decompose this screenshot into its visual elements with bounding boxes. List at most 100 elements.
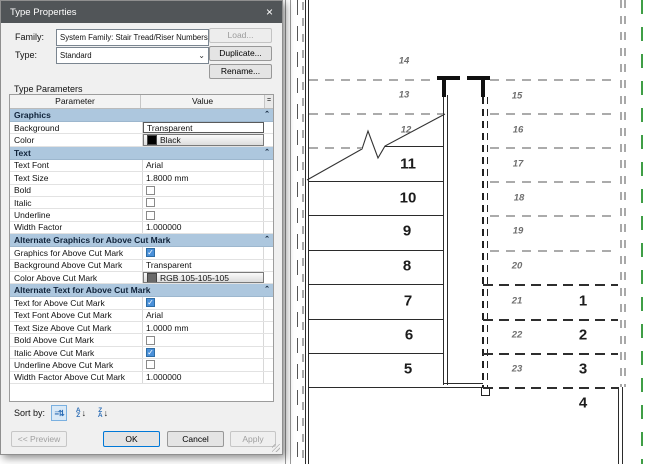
parameter-value[interactable] [143, 197, 264, 208]
parameter-row[interactable]: Graphics for Above Cut Mark✓ [10, 247, 273, 259]
riser-number-above-cut[interactable]: 16 [513, 125, 524, 136]
section-header[interactable]: Alternate Graphics for Above Cut Mark⌃ [10, 234, 273, 247]
parameter-row[interactable]: Text Size1.8000 mm [10, 172, 273, 184]
riser-number[interactable]: 8 [403, 258, 411, 275]
collapse-chevron-icon[interactable]: ⌃ [264, 150, 270, 156]
riser-number[interactable]: 3 [579, 361, 587, 378]
checkbox[interactable]: ✓ [146, 298, 155, 307]
parameter-row[interactable]: Bold [10, 185, 273, 197]
parameter-row[interactable]: Text Font Above Cut MarkArial [10, 310, 273, 322]
checkbox[interactable] [146, 211, 155, 220]
parameter-row[interactable]: Text FontArial [10, 160, 273, 172]
riser-number-above-cut[interactable]: 15 [512, 91, 523, 102]
riser-number[interactable]: 4 [579, 395, 587, 412]
parameter-row[interactable]: Text for Above Cut Mark✓ [10, 297, 273, 309]
parameter-row[interactable]: Background Above Cut MarkTransparent [10, 260, 273, 272]
collapse-chevron-icon[interactable]: ⌃ [264, 287, 270, 293]
parameter-value[interactable]: Transparent [143, 122, 264, 133]
parameter-value[interactable]: Black [143, 134, 264, 145]
parameter-row[interactable]: Underline Above Cut Mark [10, 359, 273, 371]
riser-number-above-cut[interactable]: 23 [512, 364, 523, 375]
parameter-value[interactable]: 1.000000 [143, 222, 264, 233]
riser-number-above-cut[interactable]: 18 [514, 193, 525, 204]
riser-number-above-cut[interactable]: 13 [399, 90, 410, 101]
section-label: Text [14, 148, 31, 158]
riser-number[interactable]: 5 [404, 361, 412, 378]
sort-descending-button[interactable]: ZA ↓ [95, 405, 111, 421]
parameter-column-header[interactable]: Parameter [10, 95, 141, 108]
parameter-value[interactable] [143, 185, 264, 196]
riser-number-above-cut[interactable]: 20 [512, 261, 523, 272]
parameter-value[interactable]: 1.0000 mm [143, 322, 264, 333]
parameter-row[interactable]: Italic [10, 197, 273, 209]
sort-by-label: Sort by: [14, 408, 45, 418]
parameter-value[interactable]: ✓ [143, 297, 264, 308]
riser-number-above-cut[interactable]: 22 [512, 330, 523, 341]
checkbox[interactable]: ✓ [146, 348, 155, 357]
parameter-row[interactable]: Italic Above Cut Mark✓ [10, 347, 273, 359]
parameter-value[interactable]: Transparent [143, 260, 264, 271]
value-column-header[interactable]: Value [141, 95, 265, 108]
parameter-row[interactable]: ColorBlack [10, 134, 273, 146]
parameter-row[interactable]: Bold Above Cut Mark [10, 334, 273, 346]
parameter-row[interactable]: Width Factor1.000000 [10, 222, 273, 234]
riser-number-above-cut[interactable]: 14 [399, 56, 410, 67]
parameter-row[interactable]: Width Factor Above Cut Mark1.000000 [10, 372, 273, 384]
family-select[interactable]: System Family: Stair Tread/Riser Numbers… [56, 29, 209, 46]
section-header[interactable]: Graphics⌃ [10, 109, 273, 122]
riser-number-above-cut[interactable]: 12 [401, 125, 412, 136]
load-button[interactable]: Load... [209, 28, 272, 43]
parameter-value[interactable] [143, 334, 264, 345]
collapse-chevron-icon[interactable]: ⌃ [264, 112, 270, 118]
riser-number-above-cut[interactable]: 21 [512, 296, 523, 307]
checkbox[interactable] [146, 198, 155, 207]
checkbox[interactable] [146, 360, 155, 369]
section-header[interactable]: Text ⌃ [10, 147, 273, 160]
riser-number[interactable]: 7 [404, 293, 412, 310]
sort-ascending-button[interactable]: AZ ↓ [73, 405, 89, 421]
rename-button[interactable]: Rename... [209, 64, 272, 79]
parameter-row[interactable]: Color Above Cut MarkRGB 105-105-105 [10, 272, 273, 284]
checkbox[interactable] [146, 186, 155, 195]
riser-number-above-cut[interactable]: 19 [513, 226, 524, 237]
parameter-row[interactable]: Text Size Above Cut Mark1.0000 mm [10, 322, 273, 334]
parameter-value[interactable]: ✓ [143, 347, 264, 358]
resize-grip[interactable] [272, 444, 280, 452]
riser-number-above-cut[interactable]: 17 [513, 159, 524, 170]
duplicate-button[interactable]: Duplicate... [209, 46, 272, 61]
riser-number[interactable]: 1 [579, 293, 587, 310]
wall-hidden-line [297, 0, 298, 464]
parameter-row[interactable]: Underline [10, 209, 273, 221]
parameter-value[interactable]: RGB 105-105-105 [143, 272, 264, 283]
down-arrow-icon: ↓ [82, 408, 87, 418]
parameter-value[interactable]: ✓ [143, 247, 264, 258]
parameter-value[interactable]: 1.8000 mm [143, 172, 264, 183]
riser-number[interactable]: 2 [579, 327, 587, 344]
close-icon[interactable]: × [266, 6, 273, 18]
sort-by-build-order-button[interactable]: ≡⇅ [51, 405, 67, 421]
ok-button[interactable]: OK [103, 431, 160, 447]
preview-button[interactable]: << Preview [11, 431, 67, 447]
riser-number[interactable]: 9 [403, 223, 411, 240]
cancel-button[interactable]: Cancel [167, 431, 224, 447]
equals-menu-button[interactable]: = [265, 95, 273, 108]
riser-number[interactable]: 10 [400, 190, 417, 207]
parameter-value[interactable] [143, 359, 264, 370]
riser-number[interactable]: 11 [400, 156, 416, 173]
parameter-name: Width Factor Above Cut Mark [10, 372, 143, 383]
section-header[interactable]: Alternate Text for Above Cut Mark⌃ [10, 284, 273, 297]
parameter-value[interactable]: 1.000000 [143, 372, 264, 383]
apply-button[interactable]: Apply [230, 431, 276, 447]
checkbox[interactable] [146, 336, 155, 345]
parameter-row[interactable]: BackgroundTransparent [10, 122, 273, 134]
collapse-chevron-icon[interactable]: ⌃ [264, 237, 270, 243]
type-select[interactable]: Standard ⌄ [56, 47, 209, 64]
parameter-value[interactable]: Arial [143, 160, 264, 171]
type-label: Type: [15, 50, 37, 60]
riser-number[interactable]: 6 [405, 327, 413, 344]
tread-line [309, 215, 443, 216]
parameter-value[interactable] [143, 209, 264, 220]
dialog-titlebar[interactable]: Type Properties × [1, 1, 282, 23]
checkbox[interactable]: ✓ [146, 248, 155, 257]
parameter-value[interactable]: Arial [143, 310, 264, 321]
